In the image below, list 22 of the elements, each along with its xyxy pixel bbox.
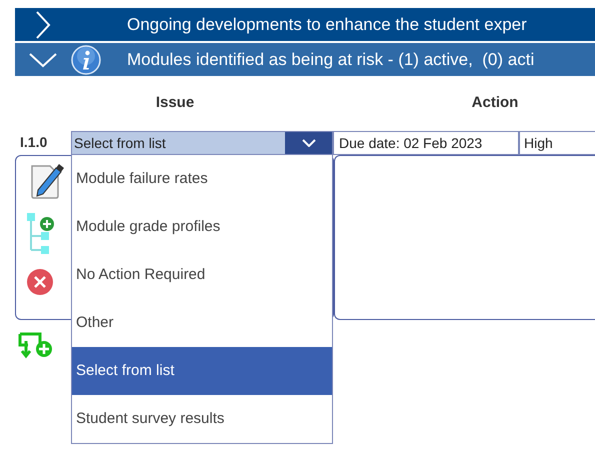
issue-dropdown[interactable]: Select from list — [71, 131, 333, 155]
dropdown-option[interactable]: Student survey results — [72, 395, 332, 443]
priority-field[interactable]: High — [519, 131, 595, 155]
section-header[interactable]: Ongoing developments to enhance the student exper — [15, 8, 595, 41]
column-header: Action — [470, 92, 520, 113]
chevron-right-icon[interactable] — [35, 10, 51, 40]
dropdown-option[interactable]: Select from list — [72, 347, 332, 395]
section-title: Ongoing developments to enhance the student exper — [127, 14, 527, 36]
chevron-down-icon[interactable] — [28, 52, 58, 68]
dropdown-option[interactable]: Module grade profiles — [72, 203, 332, 251]
add-tree-icon[interactable] — [26, 212, 56, 256]
info-icon[interactable] — [71, 44, 101, 74]
section-title: Modules identified as being at risk - (1) active, (0) acti — [127, 48, 534, 71]
caret-icon — [302, 139, 316, 147]
dropdown-option[interactable]: No Action Required — [72, 251, 332, 299]
column-header: Issue — [154, 92, 196, 113]
dropdown-option[interactable]: Other — [72, 299, 332, 347]
row-label: I.1.0 — [19, 133, 48, 152]
due-date-field[interactable]: Due date: 02 Feb 2023 — [333, 131, 519, 155]
section-header[interactable]: Modules identified as being at risk - (1) active, (0) acti — [15, 43, 595, 76]
delete-icon[interactable] — [26, 268, 54, 296]
dropdown-option[interactable]: Module failure rates — [72, 155, 332, 203]
